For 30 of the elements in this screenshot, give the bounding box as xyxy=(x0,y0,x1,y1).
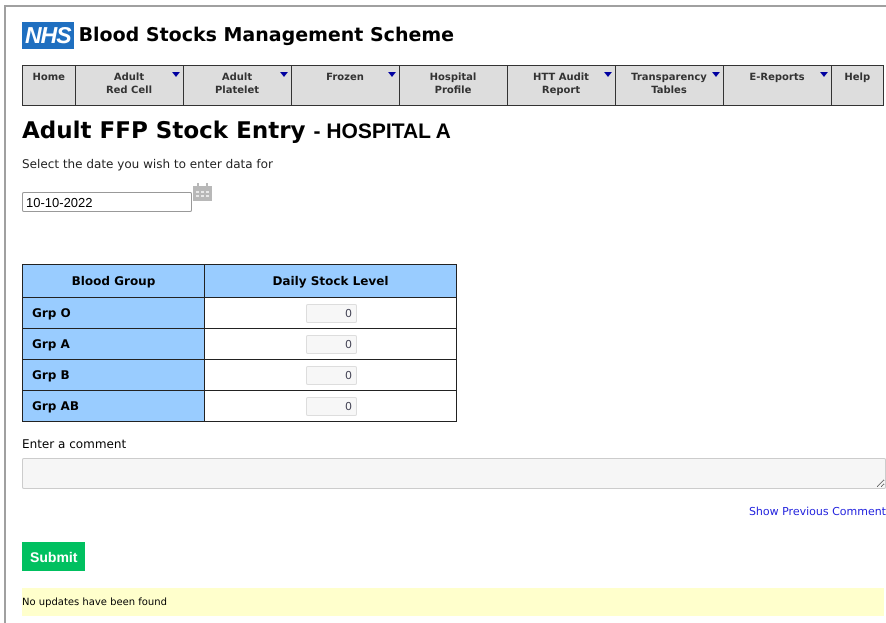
nhs-logo: NHS xyxy=(22,22,74,48)
status-message: No updates have been found xyxy=(22,588,884,616)
stock-input[interactable]: 0 xyxy=(306,334,357,354)
column-header: Blood Group xyxy=(22,264,204,298)
table-cell: Grp B xyxy=(22,360,204,390)
stock-input[interactable]: 0 xyxy=(306,304,357,322)
nav-menu-item[interactable]: Home xyxy=(23,66,76,105)
comment-label: Enter a comment xyxy=(22,437,128,451)
column-header: Daily Stock Level xyxy=(204,264,456,298)
stock-input[interactable]: 0 xyxy=(306,396,357,416)
table-cell: Grp O xyxy=(22,298,204,328)
page-title: Adult FFP Stock Entry xyxy=(22,118,306,144)
show-previous-comment-link[interactable]: Show Previous Comment xyxy=(748,505,886,518)
date-prompt: Select the date you wish to enter data for xyxy=(22,157,274,171)
nav-menu-item[interactable]: Hospital Profile xyxy=(400,66,508,105)
nav-menu-item[interactable]: Transparency Tables xyxy=(616,66,724,105)
nav-menu-item[interactable]: Help xyxy=(832,66,883,105)
site-title: Blood Stocks Management Scheme xyxy=(78,24,454,46)
nav-menu-item[interactable]: E-Reports xyxy=(724,66,832,105)
nav-menu-item[interactable]: Adult Red Cell xyxy=(76,66,184,105)
hospital-name: - HOSPITAL A xyxy=(314,120,451,144)
table-cell: Grp AB xyxy=(22,390,204,422)
stock-input[interactable]: 0 xyxy=(306,366,357,384)
comment-field[interactable] xyxy=(22,458,886,489)
table-cell: Grp A xyxy=(22,328,204,360)
nav-menu-item[interactable]: Adult Platelet xyxy=(184,66,292,105)
nav-menu-item[interactable]: HTT Audit Report xyxy=(508,66,616,105)
date-field[interactable]: 10-10-2022 xyxy=(22,192,192,212)
nav-menu-item[interactable]: Frozen xyxy=(292,66,400,105)
calendar-icon[interactable] xyxy=(192,182,213,202)
